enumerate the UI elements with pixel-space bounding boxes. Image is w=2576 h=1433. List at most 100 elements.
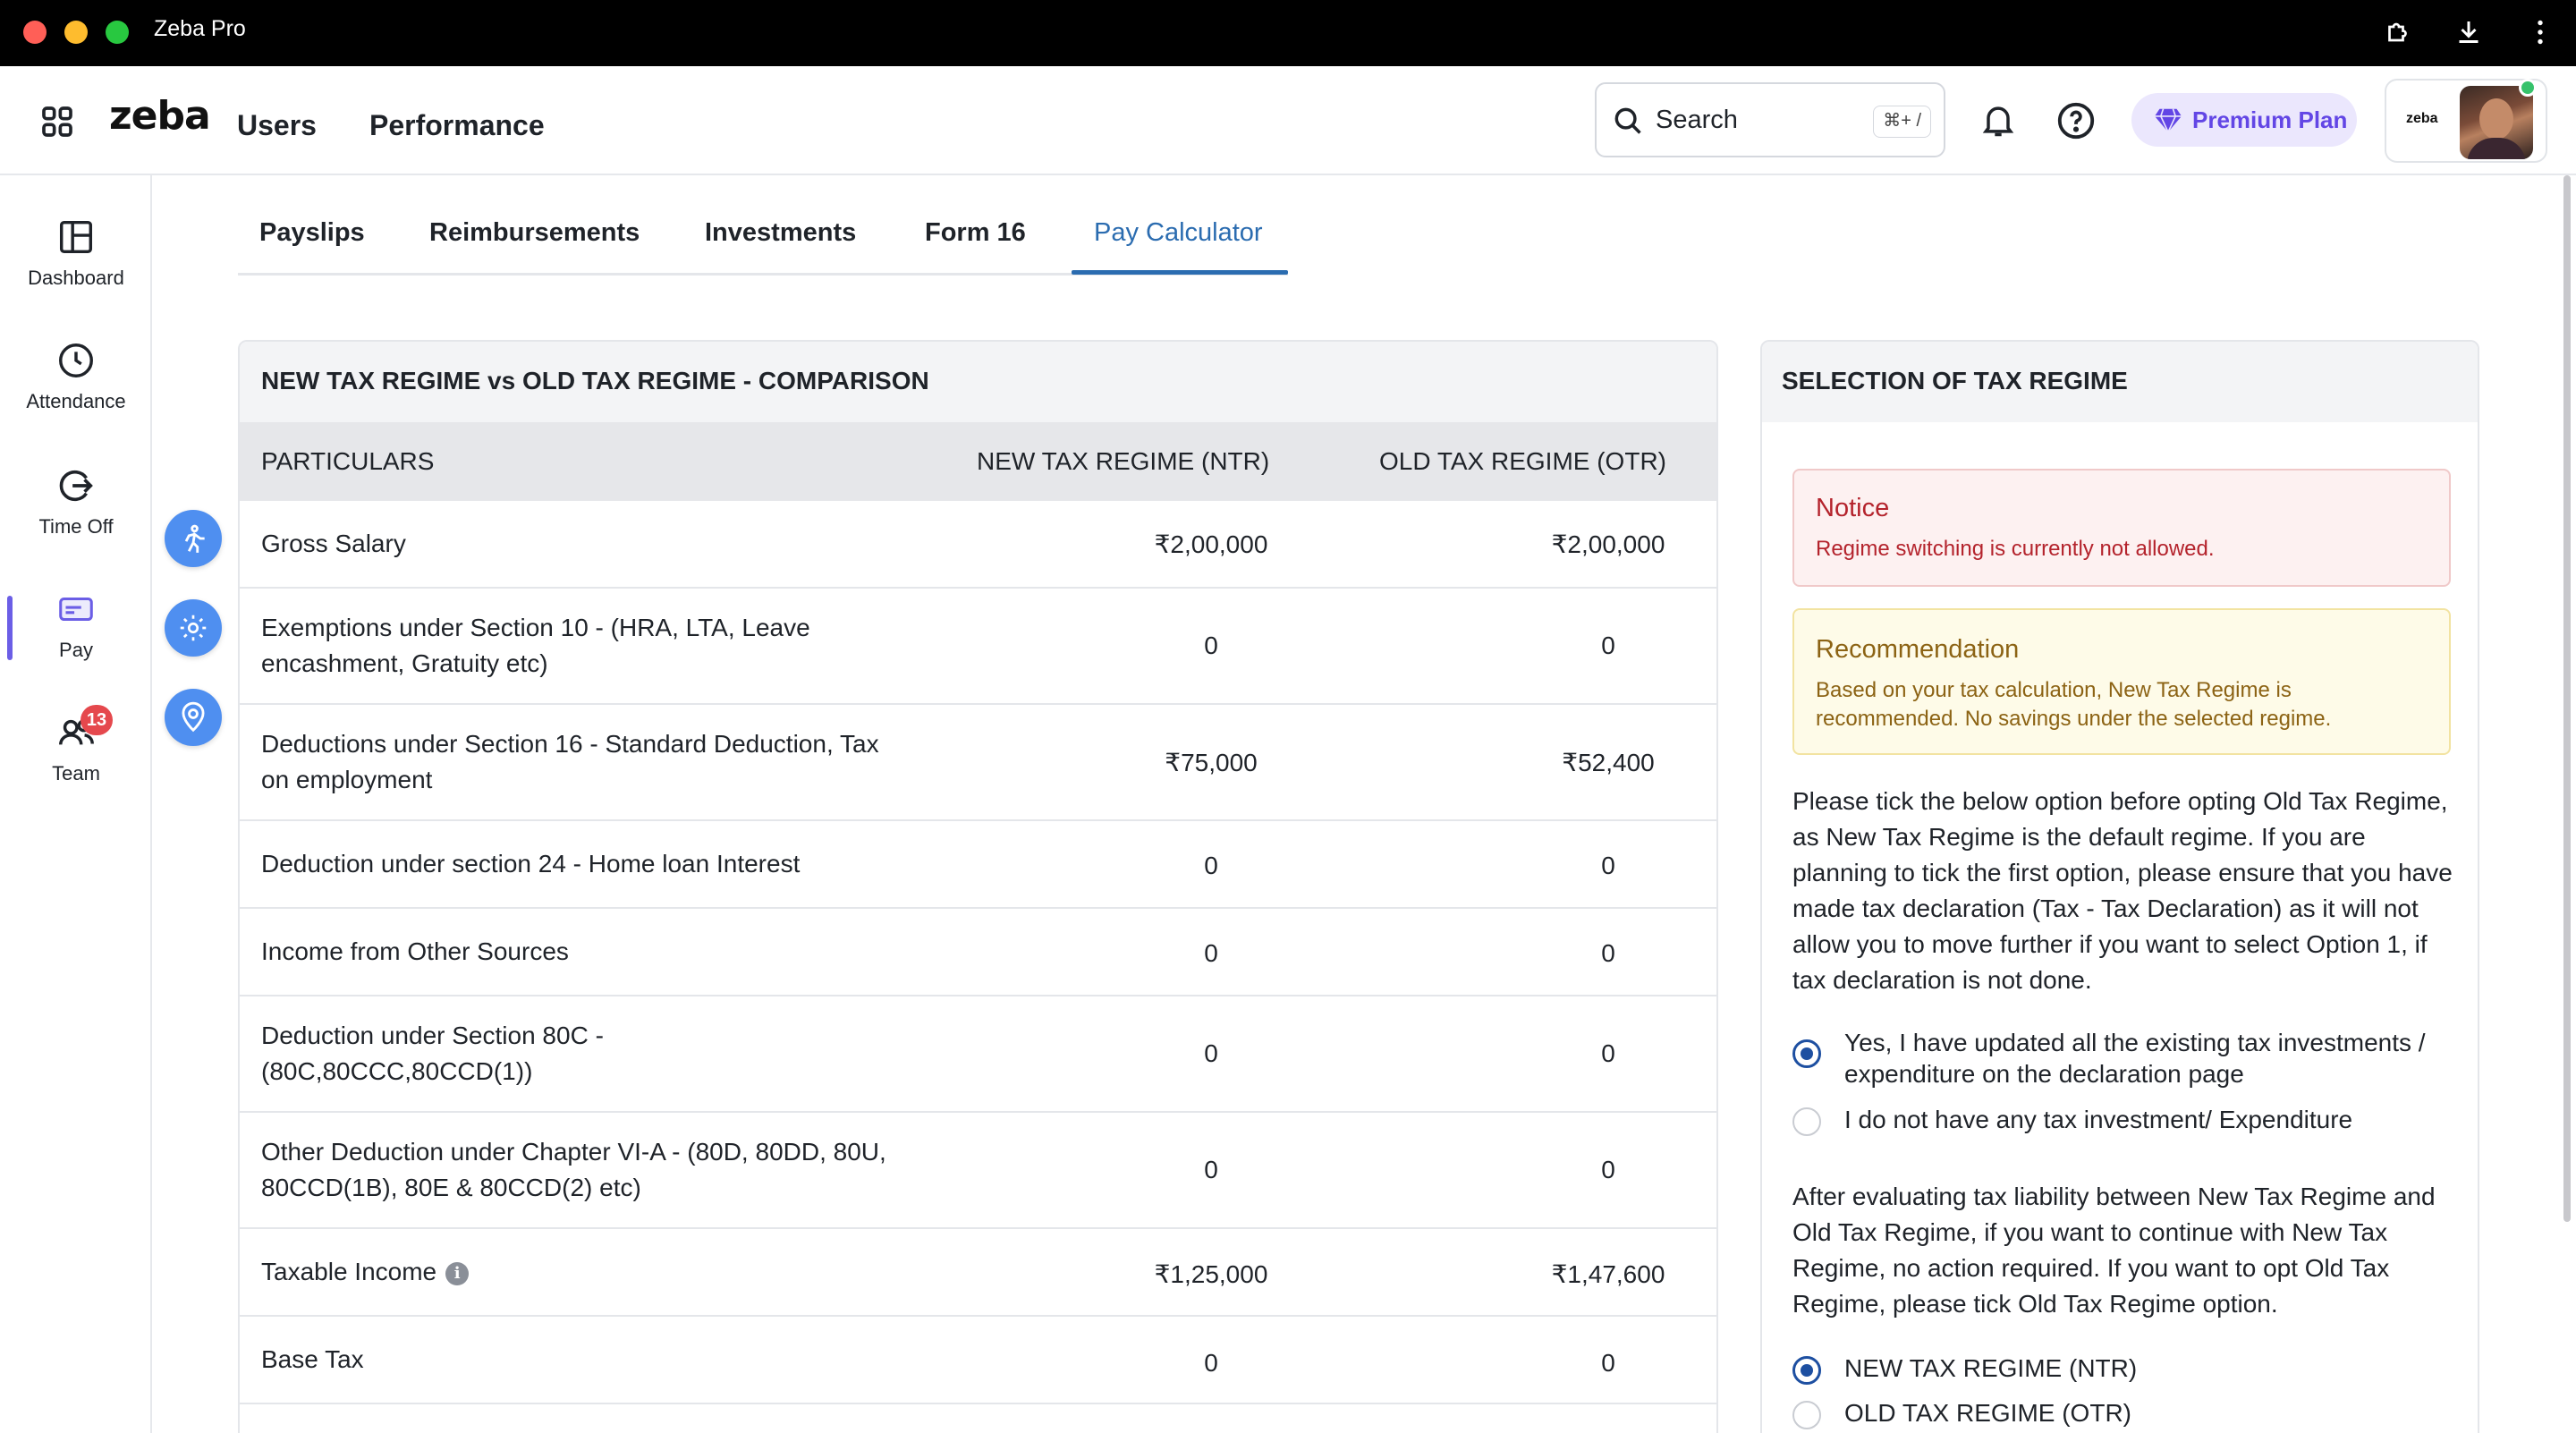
app-header: zeba Users Performance Search ⌘+ / Premi… bbox=[0, 66, 2576, 175]
row-otr-value: 0 bbox=[1601, 852, 1615, 879]
quick-action-run-icon[interactable] bbox=[165, 510, 222, 567]
sidebar-item-attendance[interactable]: Attendance bbox=[0, 340, 152, 413]
row-otr-value: 0 bbox=[1601, 632, 1615, 659]
table-row: Deduction under Section 80C - (80C,80CCC… bbox=[240, 996, 1716, 1113]
download-icon[interactable] bbox=[2453, 16, 2485, 48]
radio-button[interactable] bbox=[1792, 1401, 1821, 1429]
row-ntr-value: 0 bbox=[1204, 852, 1218, 879]
tab-form-16[interactable]: Form 16 bbox=[925, 218, 1026, 248]
row-otr-value: ₹1,47,600 bbox=[1551, 1260, 1665, 1288]
row-otr-value: ₹52,400 bbox=[1562, 749, 1655, 776]
page-scrollbar[interactable] bbox=[2563, 175, 2571, 1222]
apps-grid-icon[interactable] bbox=[39, 104, 75, 140]
sidebar-item-label: Time Off bbox=[38, 515, 114, 538]
premium-plan-button[interactable]: Premium Plan bbox=[2131, 93, 2357, 147]
column-header-otr: OLD TAX REGIME (OTR) bbox=[1379, 447, 1666, 475]
notifications-bell-icon[interactable] bbox=[1979, 100, 2018, 141]
column-header-particulars: PARTICULARS bbox=[261, 447, 435, 475]
table-row: Exemptions under Section 10 - (HRA, LTA,… bbox=[240, 589, 1716, 705]
row-label: Exemptions under Section 10 - (HRA, LTA,… bbox=[261, 614, 810, 677]
sidebar-item-dashboard[interactable]: Dashboard bbox=[0, 216, 152, 290]
online-status-dot bbox=[2519, 79, 2537, 97]
row-ntr-value: ₹2,00,000 bbox=[1154, 530, 1268, 558]
tab-investments[interactable]: Investments bbox=[705, 218, 856, 248]
option-label: NEW TAX REGIME (NTR) bbox=[1844, 1354, 2138, 1382]
row-ntr-value: ₹75,000 bbox=[1165, 749, 1258, 776]
avatar[interactable] bbox=[2460, 86, 2533, 159]
sidebar-item-label: Pay bbox=[59, 639, 93, 661]
option-label: Yes, I have updated all the existing tax… bbox=[1844, 1029, 2426, 1088]
quick-action-settings-icon[interactable] bbox=[165, 599, 222, 657]
row-label: Taxable Income bbox=[261, 1258, 437, 1285]
row-ntr-value: 0 bbox=[1204, 1156, 1218, 1183]
wallet-icon bbox=[59, 597, 93, 622]
column-header-ntr: NEW TAX REGIME (NTR) bbox=[977, 447, 1270, 475]
maximize-window-button[interactable] bbox=[106, 21, 129, 44]
notice-title: Notice bbox=[1816, 494, 1890, 522]
quick-action-location-icon[interactable] bbox=[165, 689, 222, 746]
info-icon[interactable]: i bbox=[445, 1261, 470, 1285]
row-label: Base Tax bbox=[261, 1345, 364, 1373]
row-label: Gross Salary bbox=[261, 530, 406, 557]
nav-performance[interactable]: Performance bbox=[369, 109, 545, 142]
search-icon bbox=[1614, 107, 1641, 134]
radio-button[interactable] bbox=[1792, 1107, 1821, 1136]
declaration-option-updated[interactable]: Yes, I have updated all the existing tax… bbox=[1792, 1027, 2454, 1093]
more-options-icon[interactable] bbox=[2524, 16, 2556, 48]
table-row: Other Deduction under Chapter VI-A - (80… bbox=[240, 1113, 1716, 1229]
pay-tabs: Payslips Reimbursements Investments Form… bbox=[238, 206, 1288, 276]
row-ntr-value: 0 bbox=[1204, 632, 1218, 659]
radio-button[interactable] bbox=[1792, 1039, 1821, 1068]
row-otr-value: 0 bbox=[1601, 1349, 1615, 1377]
row-ntr-value: 0 bbox=[1204, 1039, 1218, 1067]
sidebar-item-team[interactable]: Team 13 bbox=[0, 705, 152, 785]
row-otr-value: 0 bbox=[1601, 939, 1615, 967]
notice-text: Regime switching is currently not allowe… bbox=[1816, 537, 2215, 561]
tab-pay-calculator[interactable]: Pay Calculator bbox=[1094, 218, 1263, 248]
regime-comparison-card: NEW TAX REGIME vs OLD TAX REGIME - COMPA… bbox=[238, 340, 1718, 1433]
option-label: OLD TAX REGIME (OTR) bbox=[1844, 1399, 2131, 1427]
radio-button[interactable] bbox=[1792, 1356, 1821, 1385]
company-logo: zeba bbox=[2406, 111, 2438, 126]
dashboard-icon bbox=[59, 220, 93, 254]
tab-reimbursements[interactable]: Reimbursements bbox=[429, 218, 640, 248]
search-input[interactable]: Search ⌘+ / bbox=[1595, 82, 1945, 157]
regime-option-otr[interactable]: OLD TAX REGIME (OTR) bbox=[1792, 1397, 2454, 1433]
active-tab-indicator bbox=[1072, 270, 1288, 275]
evaluation-instructions: After evaluating tax liability between N… bbox=[1792, 1183, 2436, 1318]
row-label: Income from Other Sources bbox=[261, 937, 569, 965]
sidebar-item-time-off[interactable]: Time Off bbox=[0, 465, 152, 538]
sidebar-item-label: Team bbox=[52, 762, 100, 784]
row-ntr-value: 0 bbox=[1204, 939, 1218, 967]
row-otr-value: 0 bbox=[1601, 1039, 1615, 1067]
notice-alert: Notice Regime switching is currently not… bbox=[1792, 469, 2451, 587]
minimize-window-button[interactable] bbox=[64, 21, 88, 44]
close-window-button[interactable] bbox=[23, 21, 47, 44]
premium-plan-label: Premium Plan bbox=[2192, 106, 2348, 133]
row-ntr-value: 0 bbox=[1204, 1349, 1218, 1377]
nav-users[interactable]: Users bbox=[237, 109, 317, 142]
declaration-instructions: Please tick the below option before opti… bbox=[1792, 787, 2453, 994]
clock-icon bbox=[59, 343, 93, 377]
option-label: I do not have any tax investment/ Expend… bbox=[1844, 1106, 2353, 1133]
window-title: Zeba Pro bbox=[154, 16, 246, 41]
sidebar-item-pay[interactable]: Pay bbox=[0, 589, 152, 662]
zeba-logo[interactable]: zeba bbox=[109, 93, 211, 139]
search-placeholder: Search bbox=[1656, 106, 1738, 134]
regime-option-ntr[interactable]: NEW TAX REGIME (NTR) bbox=[1792, 1352, 2454, 1388]
tab-payslips[interactable]: Payslips bbox=[259, 218, 365, 248]
table-row: Base Tax 0 0 bbox=[240, 1317, 1716, 1404]
table-row: Deduction under section 24 - Home loan I… bbox=[240, 821, 1716, 909]
team-notification-badge: 13 bbox=[80, 705, 113, 735]
table-row: Taxable Income i ₹1,25,000 ₹1,47,600 bbox=[240, 1229, 1716, 1317]
recommendation-alert: Recommendation Based on your tax calcula… bbox=[1792, 608, 2451, 755]
sidebar: Dashboard Attendance Time Off Pay Team 1… bbox=[0, 175, 152, 1433]
declaration-option-none[interactable]: I do not have any tax investment/ Expend… bbox=[1792, 1104, 2454, 1140]
comparison-table-header: PARTICULARS NEW TAX REGIME (NTR) OLD TAX… bbox=[240, 422, 1716, 501]
table-row: Income from Other Sources 0 0 bbox=[240, 909, 1716, 996]
extension-icon[interactable] bbox=[2383, 16, 2415, 48]
comparison-title: NEW TAX REGIME vs OLD TAX REGIME - COMPA… bbox=[240, 342, 1716, 422]
row-label: Deduction under Section 80C - (80C,80CCC… bbox=[261, 1022, 604, 1085]
help-icon[interactable] bbox=[2055, 100, 2097, 141]
logout-icon bbox=[59, 470, 93, 502]
